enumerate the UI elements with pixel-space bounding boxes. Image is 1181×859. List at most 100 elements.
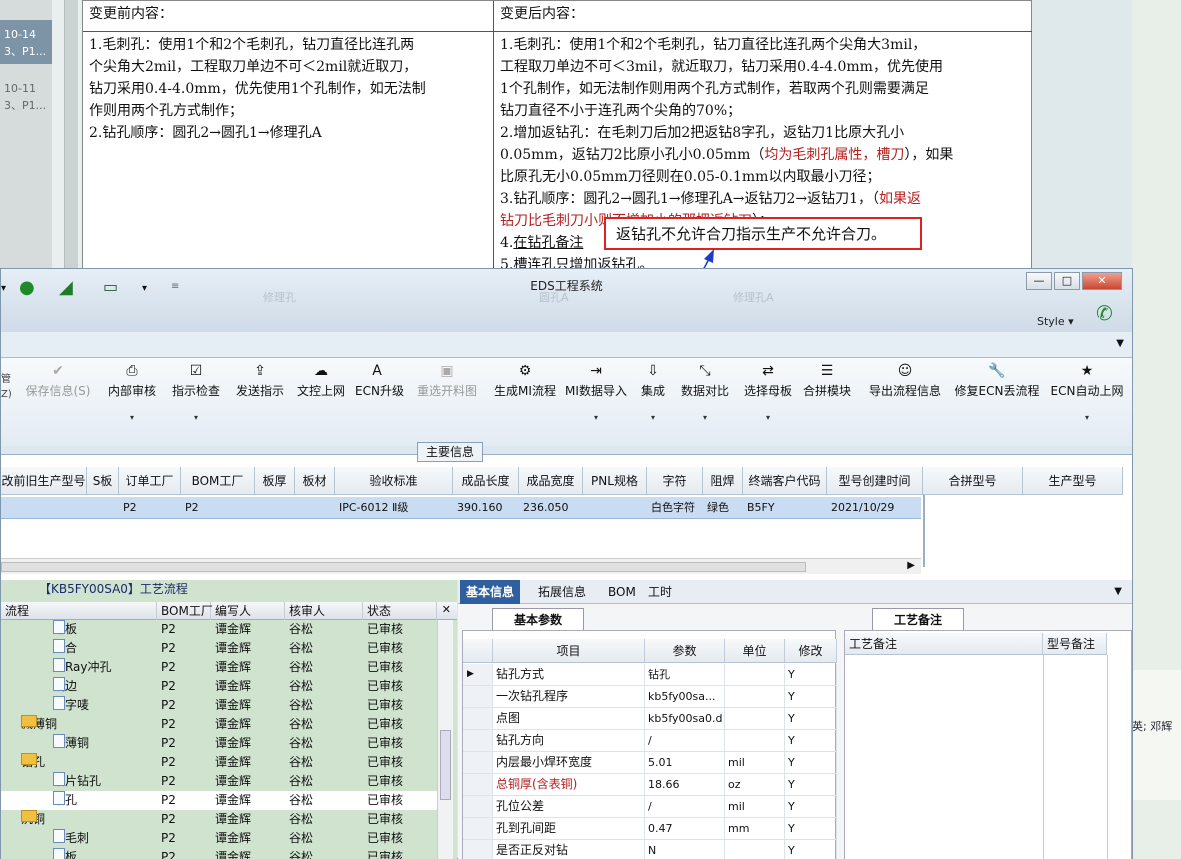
table-row[interactable]: 点图 kb5fy00sa0.d Y xyxy=(463,708,837,730)
ribbon-button-6[interactable]: ▣ 重选开料图 xyxy=(413,358,481,446)
close-button[interactable]: ✕ xyxy=(1082,272,1122,290)
ribbon-button-14[interactable]: 🔧 修复ECN丢流程 xyxy=(953,358,1041,446)
table-row[interactable]: 钻孔 P2 谭金辉 谷松 已审核 xyxy=(1,791,437,810)
background-scrollbar[interactable] xyxy=(64,0,78,270)
tab-extended-info[interactable]: 拓展信息 xyxy=(532,580,592,604)
table-row[interactable]: 孔位公差 / mil Y xyxy=(463,796,837,818)
param-value[interactable]: kb5fy00sa0.d xyxy=(645,708,725,729)
param-value[interactable]: kb5fy00sa... xyxy=(645,686,725,707)
main-info-horizontal-scrollbar[interactable]: ▶ xyxy=(1,558,921,574)
table-row[interactable]: 总铜厚(含表铜) 18.66 oz Y xyxy=(463,774,837,796)
tree-node[interactable]: 铣边 xyxy=(53,677,77,696)
table-row[interactable]: 去毛刺 P2 谭金辉 谷松 已审核 xyxy=(1,829,437,848)
main-info-header[interactable]: S板 xyxy=(87,467,119,495)
table-row[interactable]: −减薄铜 P2 谭金辉 谷松 已审核 xyxy=(1,715,437,734)
tree-node[interactable]: 烘板 xyxy=(53,848,77,859)
col-craft-note[interactable]: 工艺备注 xyxy=(845,633,1043,655)
tree-node[interactable]: −减薄铜 xyxy=(21,715,57,734)
main-info-header[interactable]: 终端客户代码 xyxy=(743,467,827,495)
main-info-header[interactable]: 阻焊 xyxy=(703,467,743,495)
table-row[interactable]: 铣边 P2 谭金辉 谷松 已审核 xyxy=(1,677,437,696)
param-value[interactable]: / xyxy=(645,796,725,817)
ribbon-button-4[interactable]: ☁ 文控上网 xyxy=(295,358,347,446)
tree-node[interactable]: 排板 xyxy=(53,620,77,639)
main-info-header[interactable]: 验收标准 xyxy=(335,467,453,495)
table-row[interactable]: 是否正反对钻 N Y xyxy=(463,840,837,859)
scroll-right-icon[interactable]: ▶ xyxy=(907,560,915,571)
table-row[interactable]: 排板 P2 谭金辉 谷松 已审核 xyxy=(1,620,437,639)
tree-node[interactable]: 打字唛 xyxy=(53,696,89,715)
dropdown-arrow-icon[interactable]: ▾ xyxy=(677,413,733,422)
col-item[interactable]: 项目 xyxy=(493,639,645,663)
ribbon-button-13[interactable]: ☺ 导出流程信息 xyxy=(865,358,945,446)
ribbon-button-5[interactable]: A ECN升级 xyxy=(355,358,404,446)
table-row[interactable]: 钻孔方向 / Y xyxy=(463,730,837,752)
table-row[interactable]: −沉铜 P2 谭金辉 谷松 已审核 xyxy=(1,810,437,829)
tab-work-hours[interactable]: 工时 xyxy=(642,580,678,604)
maximize-button[interactable]: □ xyxy=(1054,272,1080,290)
ribbon-button-10[interactable]: ⤡ 数据对比 ▾ xyxy=(677,358,733,446)
dropdown-arrow-icon[interactable]: ▾ xyxy=(1047,413,1127,422)
main-info-header[interactable]: 板材 xyxy=(295,467,335,495)
dropdown-arrow-icon[interactable]: ▾ xyxy=(741,413,795,422)
scrollbar-thumb[interactable] xyxy=(1,562,806,572)
main-info-header[interactable]: 成品长度 xyxy=(453,467,519,495)
ribbon-button-1[interactable]: ⎙ 内部审核 ▾ xyxy=(105,358,159,446)
style-menu[interactable]: Style ▾ xyxy=(1037,315,1074,328)
background-list-item-selected[interactable]: 10-14 3、P1... xyxy=(0,20,52,64)
param-value[interactable]: 5.01 xyxy=(645,752,725,773)
scrollbar-thumb[interactable] xyxy=(440,730,451,800)
col-status[interactable]: 状态 xyxy=(363,602,437,620)
tree-scrollbar[interactable] xyxy=(437,620,453,859)
ribbon-button-3[interactable]: ⇪ 发送指示 xyxy=(231,358,289,446)
table-row[interactable]: 烘板 P2 谭金辉 谷松 已审核 xyxy=(1,848,437,859)
tab-bom[interactable]: BOM xyxy=(602,580,642,604)
table-row[interactable]: 压合 P2 谭金辉 谷松 已审核 xyxy=(1,639,437,658)
main-info-header[interactable]: 型号创建时间 xyxy=(827,467,923,495)
param-value[interactable]: / xyxy=(645,730,725,751)
table-row[interactable]: 打字唛 P2 谭金辉 谷松 已审核 xyxy=(1,696,437,715)
col-modify[interactable]: 修改 xyxy=(785,639,837,663)
table-row[interactable]: X-Ray冲孔 P2 谭金辉 谷松 已审核 xyxy=(1,658,437,677)
tab-basic-info[interactable]: 基本信息 xyxy=(460,580,521,604)
close-icon[interactable]: ✕ xyxy=(442,603,451,616)
background-list-item[interactable]: 10-11 3、P1... xyxy=(0,74,52,118)
ribbon-button-12[interactable]: ☰ 合拼模块 xyxy=(801,358,853,446)
col-unit[interactable]: 单位 xyxy=(725,639,785,663)
dropdown-arrow-icon[interactable]: ▾ xyxy=(563,413,629,422)
tree-node[interactable]: X-Ray冲孔 xyxy=(53,658,111,677)
ribbon-button-0[interactable]: ✔ 保存信息(S) xyxy=(23,358,93,446)
ribbon-button-9[interactable]: ⇩ 集成 ▾ xyxy=(637,358,669,446)
table-row[interactable]: ▶ 钻孔方式 钻孔 Y xyxy=(463,664,837,686)
main-info-header[interactable]: 改前旧生产型号 xyxy=(1,467,87,495)
main-info-header[interactable]: 字符 xyxy=(647,467,703,495)
dropdown-arrow-icon[interactable]: ▾ xyxy=(637,413,669,422)
ribbon-button-2[interactable]: ☑ 指示检查 ▾ xyxy=(169,358,223,446)
param-value[interactable]: 钻孔 xyxy=(645,664,725,685)
col-checker[interactable]: 核审人 xyxy=(285,602,363,620)
ribbon-button-11[interactable]: ⇄ 选择母板 ▾ xyxy=(741,358,795,446)
col-model-note[interactable]: 型号备注 xyxy=(1043,633,1107,655)
tree-node[interactable]: 铝片钻孔 xyxy=(53,772,101,791)
main-info-header[interactable]: BOM工厂 xyxy=(181,467,255,495)
tree-node[interactable]: 减薄铜 xyxy=(53,734,89,753)
main-info-header[interactable]: PNL规格 xyxy=(583,467,647,495)
tree-node[interactable]: 钻孔 xyxy=(53,791,77,810)
dropdown-arrow-icon[interactable]: ▾ xyxy=(105,413,159,422)
col-param[interactable]: 参数 xyxy=(645,639,725,663)
param-value[interactable]: 0.47 xyxy=(645,818,725,839)
main-info-header[interactable]: 订单工厂 xyxy=(119,467,181,495)
col-writer[interactable]: 编写人 xyxy=(211,602,285,620)
col-bom[interactable]: BOM工厂 xyxy=(157,602,213,620)
ribbon-button-8[interactable]: ⇥ MI数据导入 ▾ xyxy=(563,358,629,446)
table-row[interactable]: −钻孔 P2 谭金辉 谷松 已审核 xyxy=(1,753,437,772)
table-row[interactable]: 一次钻孔程序 kb5fy00sa... Y xyxy=(463,686,837,708)
tree-node[interactable]: 去毛刺 xyxy=(53,829,89,848)
table-row[interactable]: 减薄铜 P2 谭金辉 谷松 已审核 xyxy=(1,734,437,753)
chevron-down-icon[interactable]: ▼ xyxy=(1114,586,1122,597)
ribbon-button-15[interactable]: ★ ECN自动上网 ▾ xyxy=(1047,358,1127,446)
param-value[interactable]: N xyxy=(645,840,725,859)
table-row[interactable]: 孔到孔间距 0.47 mm Y xyxy=(463,818,837,840)
table-row[interactable]: 内层最小焊环宽度 5.01 mil Y xyxy=(463,752,837,774)
tree-node[interactable]: −钻孔 xyxy=(21,753,45,772)
